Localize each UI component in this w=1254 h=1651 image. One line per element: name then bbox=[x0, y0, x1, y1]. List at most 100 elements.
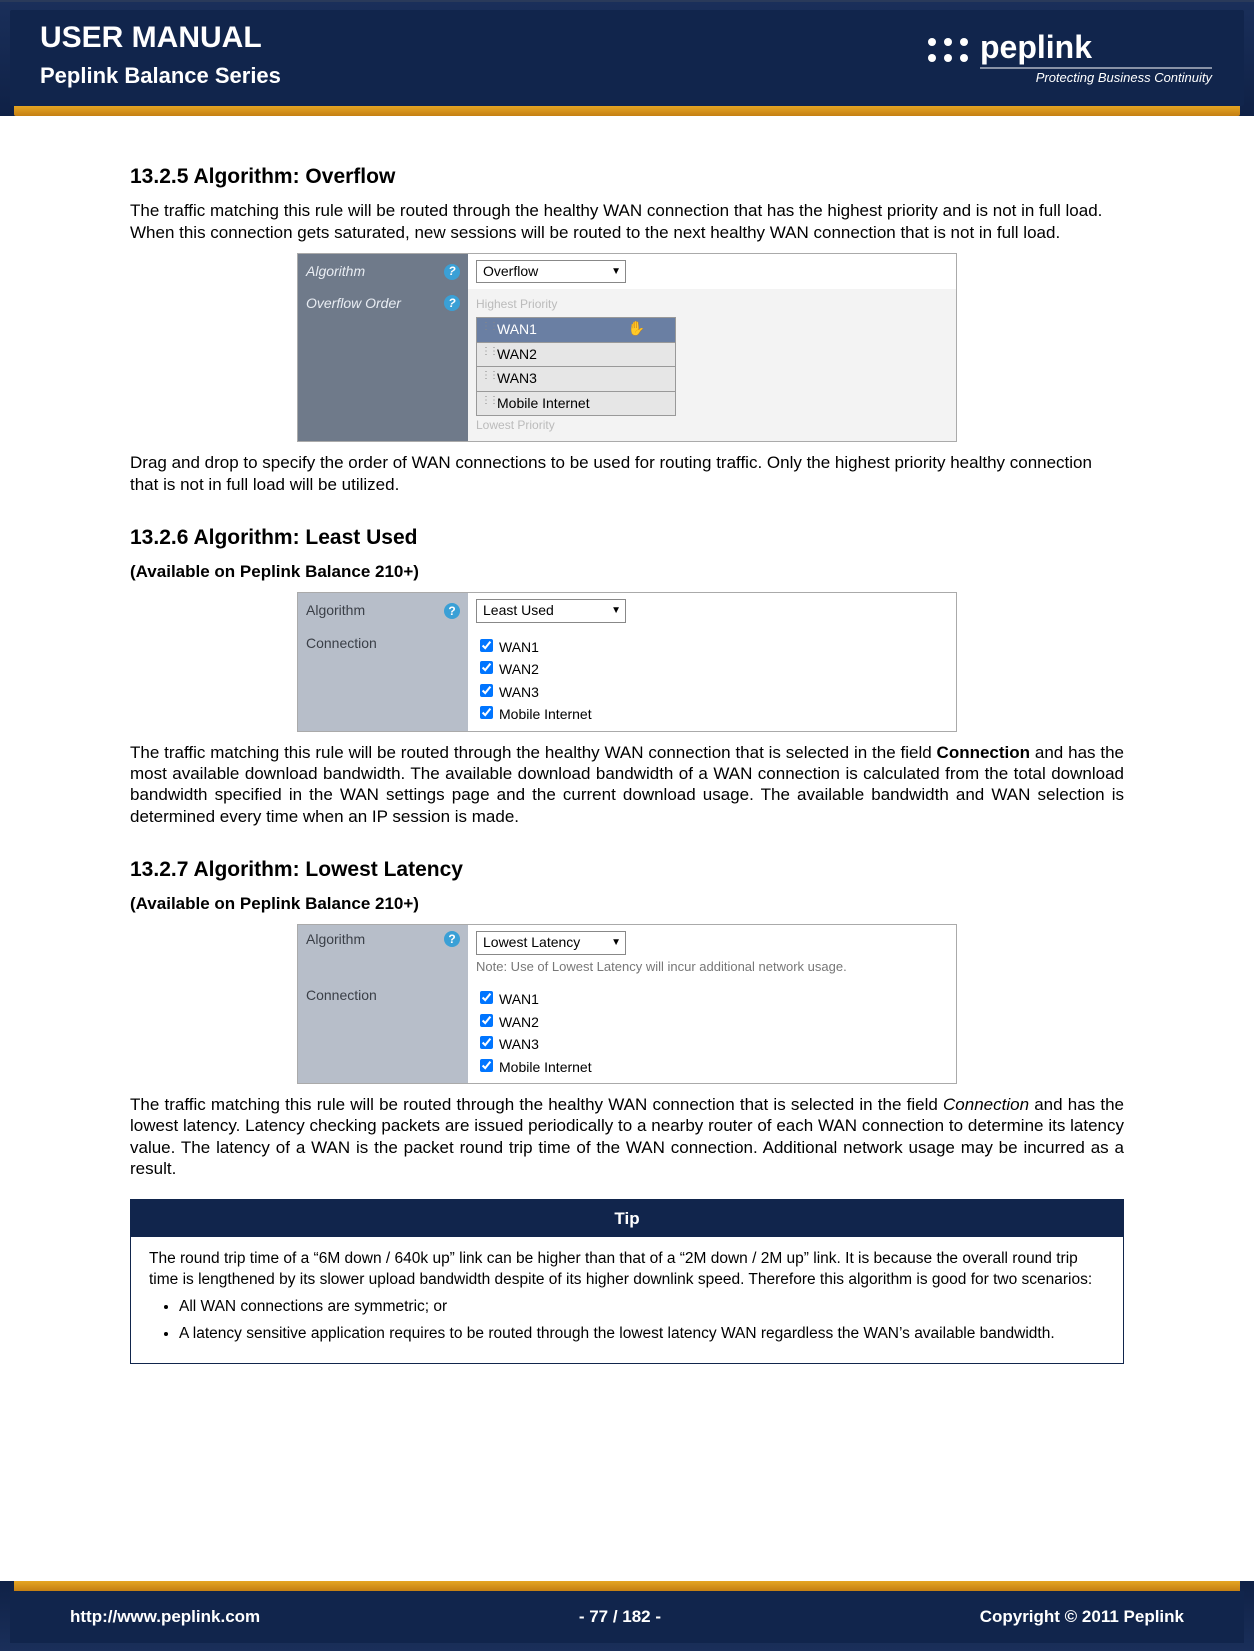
checkbox[interactable] bbox=[480, 684, 493, 697]
overflow-item-label: Mobile Internet bbox=[497, 395, 590, 411]
help-icon[interactable]: ? bbox=[444, 295, 460, 311]
cfg-leastused: Algorithm ? Least Used ▼ Connection WAN1… bbox=[297, 592, 957, 732]
cfg-label-connection-text: Connection bbox=[306, 987, 377, 1005]
heading-overflow: 13.2.5 Algorithm: Overflow bbox=[130, 164, 1124, 190]
header-wrap: USER MANUAL Peplink Balance Series pepli… bbox=[0, 0, 1254, 116]
gold-strip-top bbox=[14, 106, 1240, 116]
highest-priority-label: Highest Priority bbox=[476, 295, 948, 314]
footer-url: http://www.peplink.com bbox=[70, 1607, 260, 1627]
check-mobile[interactable]: Mobile Internet bbox=[476, 1055, 948, 1078]
check-wan2[interactable]: WAN2 bbox=[476, 657, 948, 680]
checkbox[interactable] bbox=[480, 639, 493, 652]
text-italic-connection: Connection bbox=[943, 1095, 1029, 1114]
overflow-item-wan3[interactable]: ⋮⋮ WAN3 bbox=[476, 366, 676, 392]
text-bold-connection: Connection bbox=[937, 743, 1031, 762]
tip-list: All WAN connections are symmetric; or A … bbox=[179, 1297, 1105, 1345]
text: The traffic matching this rule will be r… bbox=[130, 743, 937, 762]
heading-lowestlatency: 13.2.7 Algorithm: Lowest Latency bbox=[130, 857, 1124, 883]
cfg-label-connection-text: Connection bbox=[306, 635, 377, 653]
algorithm-select-value: Least Used bbox=[483, 602, 554, 618]
lowest-priority-label: Lowest Priority bbox=[476, 416, 948, 435]
cfg-label-algorithm: Algorithm ? bbox=[298, 593, 468, 629]
hand-cursor-icon: ✋ bbox=[628, 320, 645, 338]
footer-copyright: Copyright © 2011 Peplink bbox=[980, 1607, 1184, 1627]
cfg-algorithm-body: Least Used ▼ bbox=[468, 593, 956, 629]
algorithm-note: Note: Use of Lowest Latency will incur a… bbox=[476, 959, 948, 975]
chevron-down-icon: ▼ bbox=[611, 265, 621, 278]
heading-leastused: 13.2.6 Algorithm: Least Used bbox=[130, 525, 1124, 551]
doc-title: USER MANUAL bbox=[40, 21, 281, 55]
page: USER MANUAL Peplink Balance Series pepli… bbox=[0, 0, 1254, 1651]
cfg-overflow-order-body: Highest Priority ⋮⋮ WAN1 ✋ ⋮⋮ WAN2 ⋮⋮ bbox=[468, 289, 956, 441]
algorithm-select[interactable]: Lowest Latency ▼ bbox=[476, 931, 626, 955]
cfg-connection-body: WAN1 WAN2 WAN3 Mobile Internet bbox=[468, 981, 956, 1083]
help-icon[interactable]: ? bbox=[444, 603, 460, 619]
check-wan1[interactable]: WAN1 bbox=[476, 635, 948, 658]
algorithm-select-value: Lowest Latency bbox=[483, 934, 580, 950]
avail-leastused: (Available on Peplink Balance 210+) bbox=[130, 561, 1124, 582]
overflow-item-label: WAN3 bbox=[497, 370, 537, 386]
tip-text: The round trip time of a “6M down / 640k… bbox=[149, 1249, 1105, 1291]
footer-page: - 77 / 182 - bbox=[579, 1607, 661, 1627]
cfg-label-algorithm-text: Algorithm bbox=[306, 931, 365, 949]
check-wan3[interactable]: WAN3 bbox=[476, 1032, 948, 1055]
para-leastused: The traffic matching this rule will be r… bbox=[130, 742, 1124, 827]
brand-logo: peplink Protecting Business Continuity bbox=[914, 20, 1214, 90]
check-wan3[interactable]: WAN3 bbox=[476, 680, 948, 703]
cfg-label-overflow-order: Overflow Order ? bbox=[298, 289, 468, 441]
footer-wrap: http://www.peplink.com - 77 / 182 - Copy… bbox=[0, 1581, 1254, 1651]
brand-tagline: Protecting Business Continuity bbox=[1036, 70, 1214, 85]
tip-bullet-1: All WAN connections are symmetric; or bbox=[179, 1297, 1105, 1318]
checkbox[interactable] bbox=[480, 1014, 493, 1027]
checkbox[interactable] bbox=[480, 661, 493, 674]
checkbox[interactable] bbox=[480, 706, 493, 719]
help-icon[interactable]: ? bbox=[444, 931, 460, 947]
cfg-label-connection: Connection bbox=[298, 981, 468, 1083]
check-label: WAN3 bbox=[499, 684, 539, 700]
footer-bar: http://www.peplink.com - 77 / 182 - Copy… bbox=[10, 1591, 1244, 1643]
tip-bullet-2: A latency sensitive application requires… bbox=[179, 1324, 1105, 1345]
algorithm-select-value: Overflow bbox=[483, 263, 538, 279]
overflow-item-wan1[interactable]: ⋮⋮ WAN1 ✋ bbox=[476, 317, 676, 343]
tip-body: The round trip time of a “6M down / 640k… bbox=[131, 1237, 1123, 1363]
tip-box: Tip The round trip time of a “6M down / … bbox=[130, 1199, 1124, 1364]
doc-subtitle: Peplink Balance Series bbox=[40, 63, 281, 89]
check-label: WAN1 bbox=[499, 639, 539, 655]
grip-icon: ⋮⋮ bbox=[481, 346, 497, 359]
overflow-item-label: WAN2 bbox=[497, 346, 537, 362]
checkbox[interactable] bbox=[480, 1036, 493, 1049]
avail-lowestlatency: (Available on Peplink Balance 210+) bbox=[130, 893, 1124, 914]
overflow-order-list: ⋮⋮ WAN1 ✋ ⋮⋮ WAN2 ⋮⋮ WAN3 bbox=[476, 318, 676, 416]
brand-name: peplink bbox=[980, 29, 1092, 65]
check-wan2[interactable]: WAN2 bbox=[476, 1010, 948, 1033]
grip-icon: ⋮⋮ bbox=[481, 395, 497, 408]
help-icon[interactable]: ? bbox=[444, 264, 460, 280]
cfg-lowestlatency: Algorithm ? Lowest Latency ▼ Note: Use o… bbox=[297, 924, 957, 1084]
cfg-overflow: Algorithm ? Overflow ▼ Overflow Order ? … bbox=[297, 253, 957, 443]
check-label: WAN3 bbox=[499, 1036, 539, 1052]
check-label: WAN2 bbox=[499, 1014, 539, 1030]
grip-icon: ⋮⋮ bbox=[481, 321, 497, 334]
chevron-down-icon: ▼ bbox=[611, 605, 621, 618]
header-bar: USER MANUAL Peplink Balance Series pepli… bbox=[10, 10, 1244, 106]
check-wan1[interactable]: WAN1 bbox=[476, 987, 948, 1010]
check-label: WAN1 bbox=[499, 991, 539, 1007]
overflow-item-label: WAN1 bbox=[497, 321, 537, 337]
gold-strip-bottom bbox=[14, 1581, 1240, 1591]
algorithm-select[interactable]: Overflow ▼ bbox=[476, 260, 626, 284]
overflow-item-wan2[interactable]: ⋮⋮ WAN2 bbox=[476, 342, 676, 368]
checkbox[interactable] bbox=[480, 991, 493, 1004]
header-left: USER MANUAL Peplink Balance Series bbox=[40, 21, 281, 89]
check-label: Mobile Internet bbox=[499, 1059, 592, 1075]
cfg-label-algorithm: Algorithm ? bbox=[298, 925, 468, 981]
cfg-algorithm-body: Overflow ▼ bbox=[468, 254, 956, 290]
checkbox[interactable] bbox=[480, 1059, 493, 1072]
para-overflow-2: Drag and drop to specify the order of WA… bbox=[130, 452, 1124, 495]
check-label: Mobile Internet bbox=[499, 706, 592, 722]
check-mobile[interactable]: Mobile Internet bbox=[476, 702, 948, 725]
overflow-item-mobile[interactable]: ⋮⋮ Mobile Internet bbox=[476, 391, 676, 417]
algorithm-select[interactable]: Least Used ▼ bbox=[476, 599, 626, 623]
cfg-connection-body: WAN1 WAN2 WAN3 Mobile Internet bbox=[468, 629, 956, 731]
cfg-algorithm-body: Lowest Latency ▼ Note: Use of Lowest Lat… bbox=[468, 925, 956, 981]
text: The traffic matching this rule will be r… bbox=[130, 1095, 943, 1114]
